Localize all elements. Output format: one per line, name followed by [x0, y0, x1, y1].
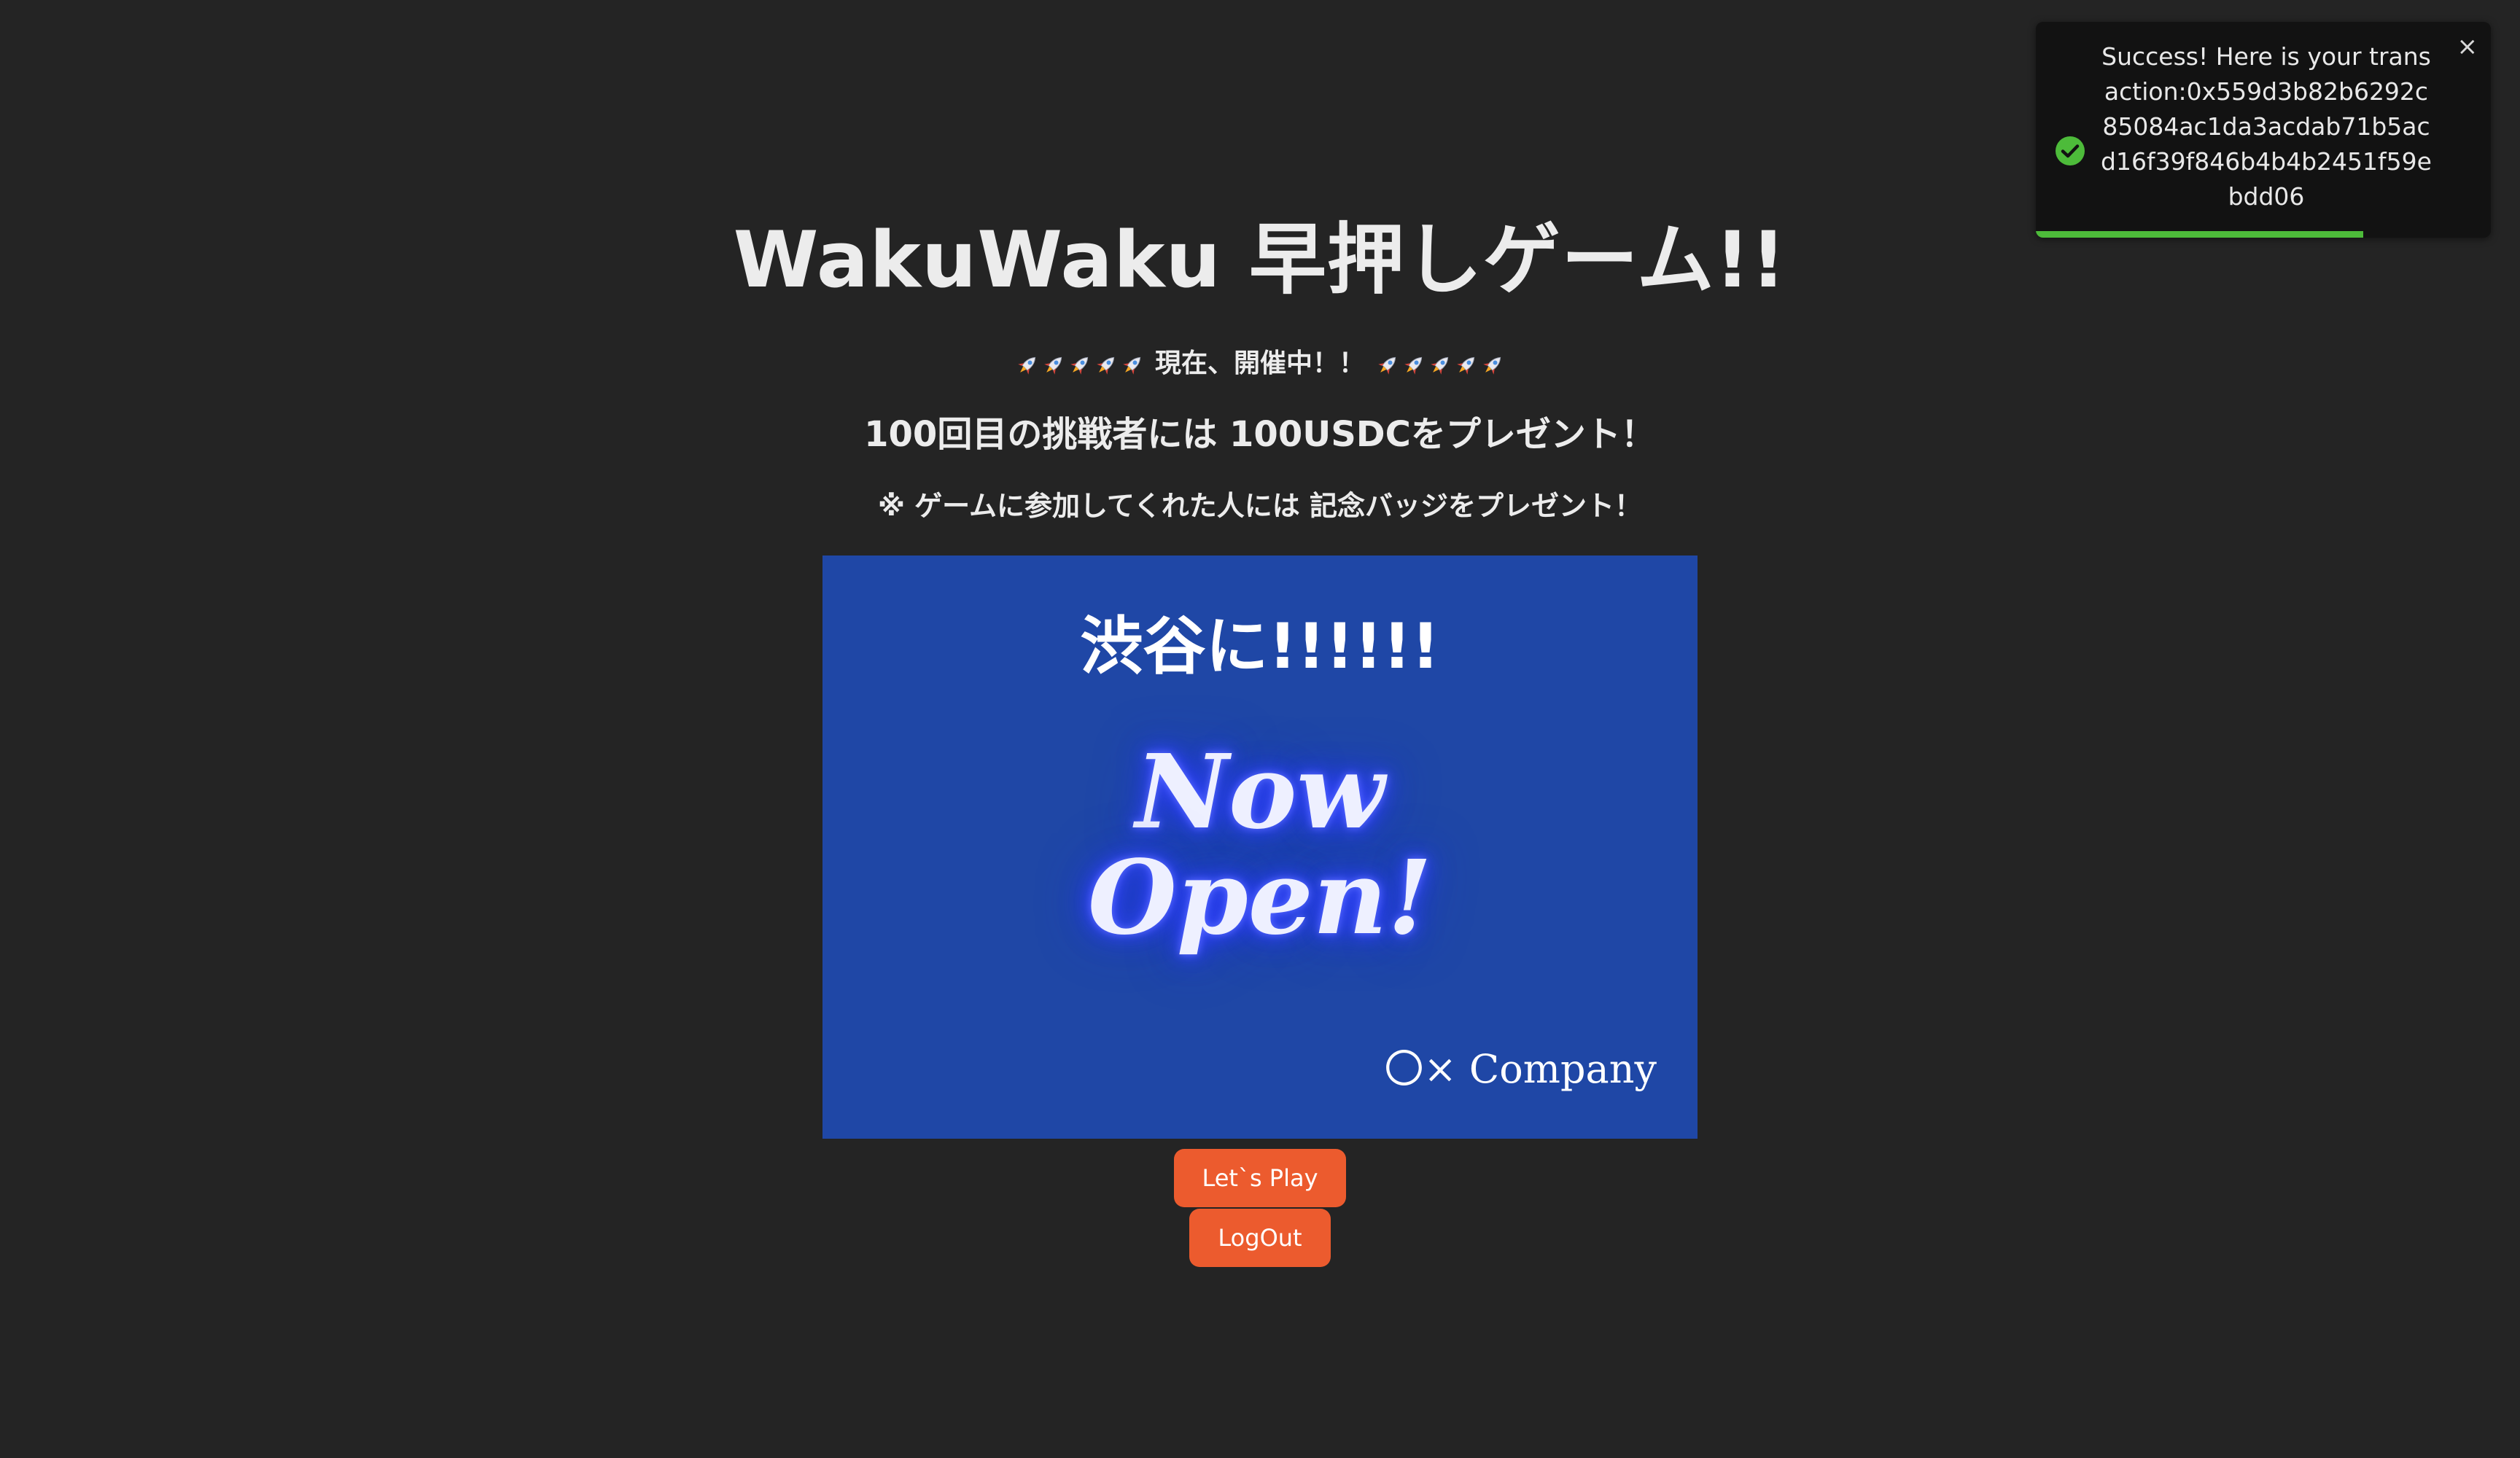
page-title: WakuWaku 早押しゲーム!!	[733, 215, 1787, 305]
toast-message: Success! Here is your transaction:0x559d…	[2101, 42, 2432, 211]
status-text: 現在、開催中！！	[1154, 348, 1365, 378]
banner-image: 渋谷に!!!!!! Now Open! 〇× Company	[822, 555, 1698, 1139]
rocket-icon	[1454, 351, 1479, 376]
neon-text-open: Open!	[1087, 838, 1433, 958]
toast-progress-bar	[2036, 231, 2364, 238]
prize-text: 100回目の挑戦者には 100USDCをプレゼント！	[864, 414, 1656, 455]
rockets-right	[1375, 351, 1505, 376]
company-label: 〇× Company	[1384, 1046, 1657, 1092]
page: WakuWaku 早押しゲーム!! 現在、開催中！！ 100回目の挑戦者には 1…	[0, 0, 2520, 1458]
rocket-icon	[1480, 351, 1505, 376]
rocket-icon	[1041, 351, 1066, 376]
close-icon[interactable]: ×	[2457, 32, 2478, 61]
rocket-icon	[1068, 351, 1092, 376]
rocket-icon	[1094, 351, 1119, 376]
toast-progress-track	[2036, 231, 2491, 238]
banner-headline: 渋谷に!!!!!!	[1080, 610, 1440, 683]
rocket-icon	[1120, 351, 1145, 376]
status-line: 現在、開催中！！	[1015, 346, 1505, 382]
neon-text-now: Now	[1135, 733, 1385, 852]
rocket-icon	[1015, 351, 1040, 376]
rockets-left	[1015, 351, 1145, 376]
lets-play-button[interactable]: Let`s Play	[1174, 1149, 1346, 1207]
rocket-icon	[1401, 351, 1426, 376]
badge-note: ※ ゲームに参加してくれた人には 記念バッジをプレゼント！	[878, 490, 1642, 522]
logout-button[interactable]: LogOut	[1189, 1209, 1331, 1267]
success-check-icon	[2056, 136, 2085, 165]
success-toast: Success! Here is your transaction:0x559d…	[2036, 22, 2491, 238]
rocket-icon	[1428, 351, 1452, 376]
rocket-icon	[1375, 351, 1400, 376]
